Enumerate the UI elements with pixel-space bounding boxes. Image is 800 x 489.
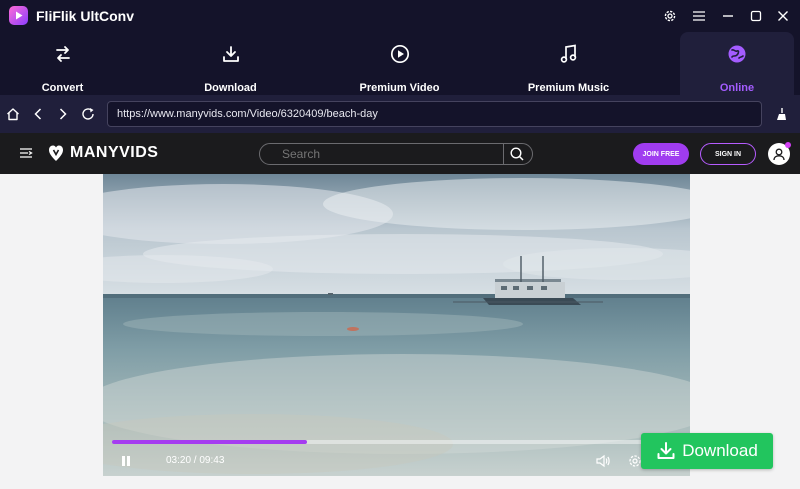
join-free-button[interactable]: JOIN FREE [633,143,689,165]
maximize-icon[interactable] [746,6,766,26]
download-arrow-icon [657,442,675,459]
refresh-icon[interactable] [78,104,98,124]
tab-label: Convert [41,82,84,94]
search-divider [503,144,504,164]
menu-icon[interactable] [689,6,709,26]
broom-icon[interactable] [771,104,791,124]
video-frame [103,174,690,476]
tab-convert[interactable]: Convert [0,32,125,95]
video-player[interactable]: 03:20 / 09:43 [103,174,690,476]
download-video-button[interactable]: Download [641,433,773,469]
tab-label: Download [204,82,257,94]
volume-icon[interactable] [595,453,611,469]
sidebar-menu-icon[interactable] [16,143,36,163]
tab-label: Premium Video [359,82,440,94]
music-note-icon [560,44,578,64]
logo-text: MANYVIDS [70,144,159,161]
tab-label: Online [719,82,755,94]
page-scrollbar[interactable] [791,174,800,489]
title-bar: FliFlik UltConv [0,0,800,32]
tab-online[interactable]: Online [680,32,794,95]
globe-icon [727,44,747,64]
tab-premium-video[interactable]: Premium Video [337,32,462,95]
app-title: FliFlik UltConv [36,8,134,24]
home-icon[interactable] [3,104,23,124]
forward-icon[interactable] [53,104,73,124]
settings-icon[interactable] [660,6,680,26]
site-search[interactable] [259,143,533,165]
back-icon[interactable] [28,104,48,124]
tab-premium-music[interactable]: Premium Music [506,32,631,95]
search-icon[interactable] [509,146,525,162]
download-icon [222,44,240,64]
video-progress-fill [112,440,307,444]
main-tabs: Convert Download Premium Video Premium M… [0,32,800,95]
video-time: 03:20 / 09:43 [166,455,225,466]
play-circle-icon [390,44,410,64]
sign-in-button[interactable]: SIGN IN [700,143,756,165]
notification-dot [785,142,791,148]
url-bar[interactable] [107,101,762,127]
app-logo [9,6,28,25]
tab-download[interactable]: Download [168,32,293,95]
search-input[interactable] [260,144,503,164]
convert-icon [54,44,72,64]
minimize-icon[interactable] [718,6,738,26]
download-button-label: Download [682,441,758,460]
close-icon[interactable] [773,6,793,26]
pause-icon[interactable] [119,454,133,468]
tab-label: Premium Music [527,82,610,94]
manyvids-logo[interactable]: MANYVIDS [48,144,158,162]
url-input[interactable] [108,102,761,126]
site-header: MANYVIDS JOIN FREE SIGN IN [0,133,800,174]
video-progress-bar[interactable] [112,440,680,444]
heart-logo-icon [49,145,63,161]
app-window: FliFlik UltConv Convert Download Premium… [0,0,800,489]
